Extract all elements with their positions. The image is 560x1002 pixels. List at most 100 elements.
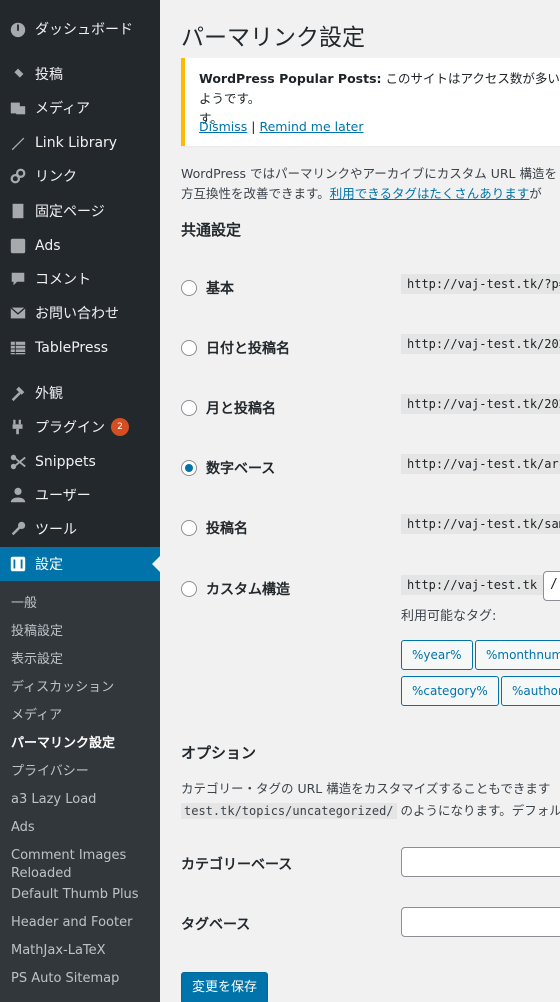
- sidebar-item-label: ユーザー: [35, 488, 91, 504]
- structure-tag-button[interactable]: %monthnum%: [475, 640, 560, 670]
- comment-icon: [8, 269, 28, 289]
- permalink-option-row: 月と投稿名: [181, 398, 276, 418]
- permalink-example-url: http://vaj-test.tk/sample-post/: [401, 514, 560, 534]
- wrench-icon: [8, 519, 28, 539]
- permalink-radio[interactable]: [181, 581, 197, 597]
- sidebar-item-7[interactable]: コメント: [0, 262, 160, 296]
- submenu-item[interactable]: プライバシー: [11, 763, 151, 781]
- sidebar-item-label: 設定: [35, 557, 63, 573]
- sidebar-item-9[interactable]: TablePress: [0, 331, 160, 365]
- intro-paragraph: WordPress ではパーマリンクやアーカイブにカスタム URL 構造を 方互…: [181, 164, 560, 204]
- sidebar-item-11[interactable]: プラグイン 2: [0, 410, 160, 444]
- submenu-item[interactable]: 表示設定: [11, 651, 151, 669]
- sidebar-item-8[interactable]: お問い合わせ: [0, 296, 160, 330]
- notice-links: Dismiss | Remind me later: [199, 119, 363, 134]
- category-base-input[interactable]: [401, 847, 560, 877]
- permalink-option-row: カスタム構造: [181, 579, 290, 599]
- submenu-item[interactable]: ディスカッション: [11, 679, 151, 697]
- structure-tag-button[interactable]: %author%: [501, 676, 560, 706]
- permalink-option-row: 基本: [181, 278, 234, 298]
- sidebar-item-label: Ads: [35, 238, 61, 254]
- pin-icon: [8, 64, 28, 84]
- sidebar-item-3[interactable]: Link Library: [0, 126, 160, 160]
- sidebar-item-label: お問い合わせ: [35, 306, 119, 322]
- permalink-radio[interactable]: [181, 400, 197, 416]
- permalink-radio[interactable]: [181, 520, 197, 536]
- sidebar-item-14[interactable]: ツール: [0, 512, 160, 546]
- tag-base-input[interactable]: [401, 907, 560, 937]
- submenu-item[interactable]: MathJax-LaTeX: [11, 942, 151, 960]
- submenu-item[interactable]: 投稿設定: [11, 623, 151, 641]
- permalink-option-row: 数字ベース: [181, 458, 275, 478]
- permalink-option-label[interactable]: 投稿名: [206, 518, 248, 538]
- update-count-badge: 2: [111, 418, 129, 436]
- tag-base-label: タグベース: [181, 917, 251, 933]
- active-menu-arrow: [152, 556, 160, 572]
- sidebar-item-0[interactable]: ダッシュボード: [0, 12, 160, 46]
- ads-icon: [8, 236, 28, 256]
- intro-text-1: WordPress ではパーマリンクやアーカイブにカスタム URL 構造を: [181, 166, 557, 181]
- link-library-icon: [8, 133, 28, 153]
- permalink-option-label[interactable]: カスタム構造: [206, 579, 290, 599]
- submenu-item[interactable]: Default Thumb Plus: [11, 886, 151, 904]
- sidebar-item-10[interactable]: 外観: [0, 376, 160, 410]
- appearance-icon: [8, 383, 28, 403]
- plugin-icon: [8, 417, 28, 437]
- permalink-option-row: 投稿名: [181, 518, 248, 538]
- sidebar-item-label: プラグイン: [35, 420, 105, 436]
- sidebar-item-13[interactable]: ユーザー: [0, 478, 160, 512]
- submenu-item[interactable]: 一般: [11, 595, 151, 613]
- main-content: パーマリンク設定 WordPress Popular Posts: このサイトは…: [160, 0, 560, 1002]
- submenu-item[interactable]: メディア: [11, 707, 151, 725]
- permalink-radio[interactable]: [181, 280, 197, 296]
- permalink-option-label[interactable]: 月と投稿名: [206, 398, 276, 418]
- options-heading: オプション: [181, 744, 257, 762]
- intro-text-3: が: [529, 186, 542, 201]
- sidebar-item-label: TablePress: [35, 340, 109, 356]
- custom-structure-input[interactable]: /: [543, 571, 560, 601]
- available-tags-link[interactable]: 利用できるタグはたくさんあります: [330, 186, 530, 201]
- plugin-notice: WordPress Popular Posts: このサイトはアクセス数が多いよ…: [181, 58, 560, 146]
- remind-later-link[interactable]: Remind me later: [259, 119, 363, 134]
- sidebar-item-label: メディア: [35, 101, 91, 117]
- sidebar-item-15[interactable]: 設定: [0, 547, 160, 581]
- media-icon: [8, 98, 28, 118]
- category-base-label: カテゴリーベース: [181, 857, 293, 873]
- submenu-item[interactable]: Comment Images Reloaded: [11, 847, 151, 883]
- sidebar-item-1[interactable]: 投稿: [0, 57, 160, 91]
- mail-icon: [8, 303, 28, 323]
- sidebar-item-6[interactable]: Ads: [0, 229, 160, 263]
- common-settings-heading: 共通設定: [181, 221, 242, 239]
- settings-submenu: 一般投稿設定表示設定ディスカッション メディアパーマリンク設定 プライバシー a3 L…: [0, 581, 160, 1002]
- permalink-example-url: http://vaj-test.tk/archives/123: [401, 454, 560, 474]
- notice-separator: |: [251, 119, 256, 134]
- submenu-item[interactable]: パーマリンク設定: [11, 735, 151, 753]
- structure-tag-button[interactable]: %year%: [401, 640, 473, 670]
- sidebar-item-5[interactable]: 固定ページ: [0, 194, 160, 228]
- submenu-item[interactable]: Ads: [11, 819, 151, 837]
- structure-tag-button[interactable]: %category%: [401, 676, 499, 706]
- submenu-item[interactable]: PS Auto Sitemap: [11, 970, 151, 988]
- permalink-option-label[interactable]: 数字ベース: [206, 458, 275, 478]
- options-desc-1: カテゴリー・タグの URL 構造をカスタマイズすることもできます: [181, 781, 551, 796]
- permalink-example-url: http://vaj-test.tk/2020/05/13/sample-pos…: [401, 334, 560, 354]
- sidebar-item-2[interactable]: メディア: [0, 91, 160, 125]
- sidebar-item-label: 投稿: [35, 67, 63, 83]
- permalink-radio[interactable]: [181, 460, 197, 476]
- page-title: パーマリンク設定: [181, 25, 365, 51]
- sidebar-item-12[interactable]: Snippets: [0, 445, 160, 479]
- notice-plugin-name: WordPress Popular Posts:: [199, 71, 382, 86]
- submenu-item[interactable]: Header and Footer: [11, 914, 151, 932]
- permalink-option-label[interactable]: 日付と投稿名: [206, 338, 290, 358]
- dismiss-link[interactable]: Dismiss: [199, 119, 247, 134]
- permalink-option-label[interactable]: 基本: [206, 278, 234, 298]
- permalink-radio[interactable]: [181, 340, 197, 356]
- sidebar-item-4[interactable]: リンク: [0, 159, 160, 193]
- intro-text-2: 方互換性を改善できます。: [181, 186, 330, 201]
- options-desc-2: のようになります。デフォル: [400, 803, 560, 818]
- sidebar-item-label: コメント: [35, 272, 91, 288]
- scissors-icon: [8, 452, 28, 472]
- save-changes-button[interactable]: 変更を保存: [181, 972, 268, 1002]
- permalink-example-url: http://vaj-test.tk/?p=123: [401, 274, 560, 294]
- submenu-item[interactable]: a3 Lazy Load: [11, 791, 151, 809]
